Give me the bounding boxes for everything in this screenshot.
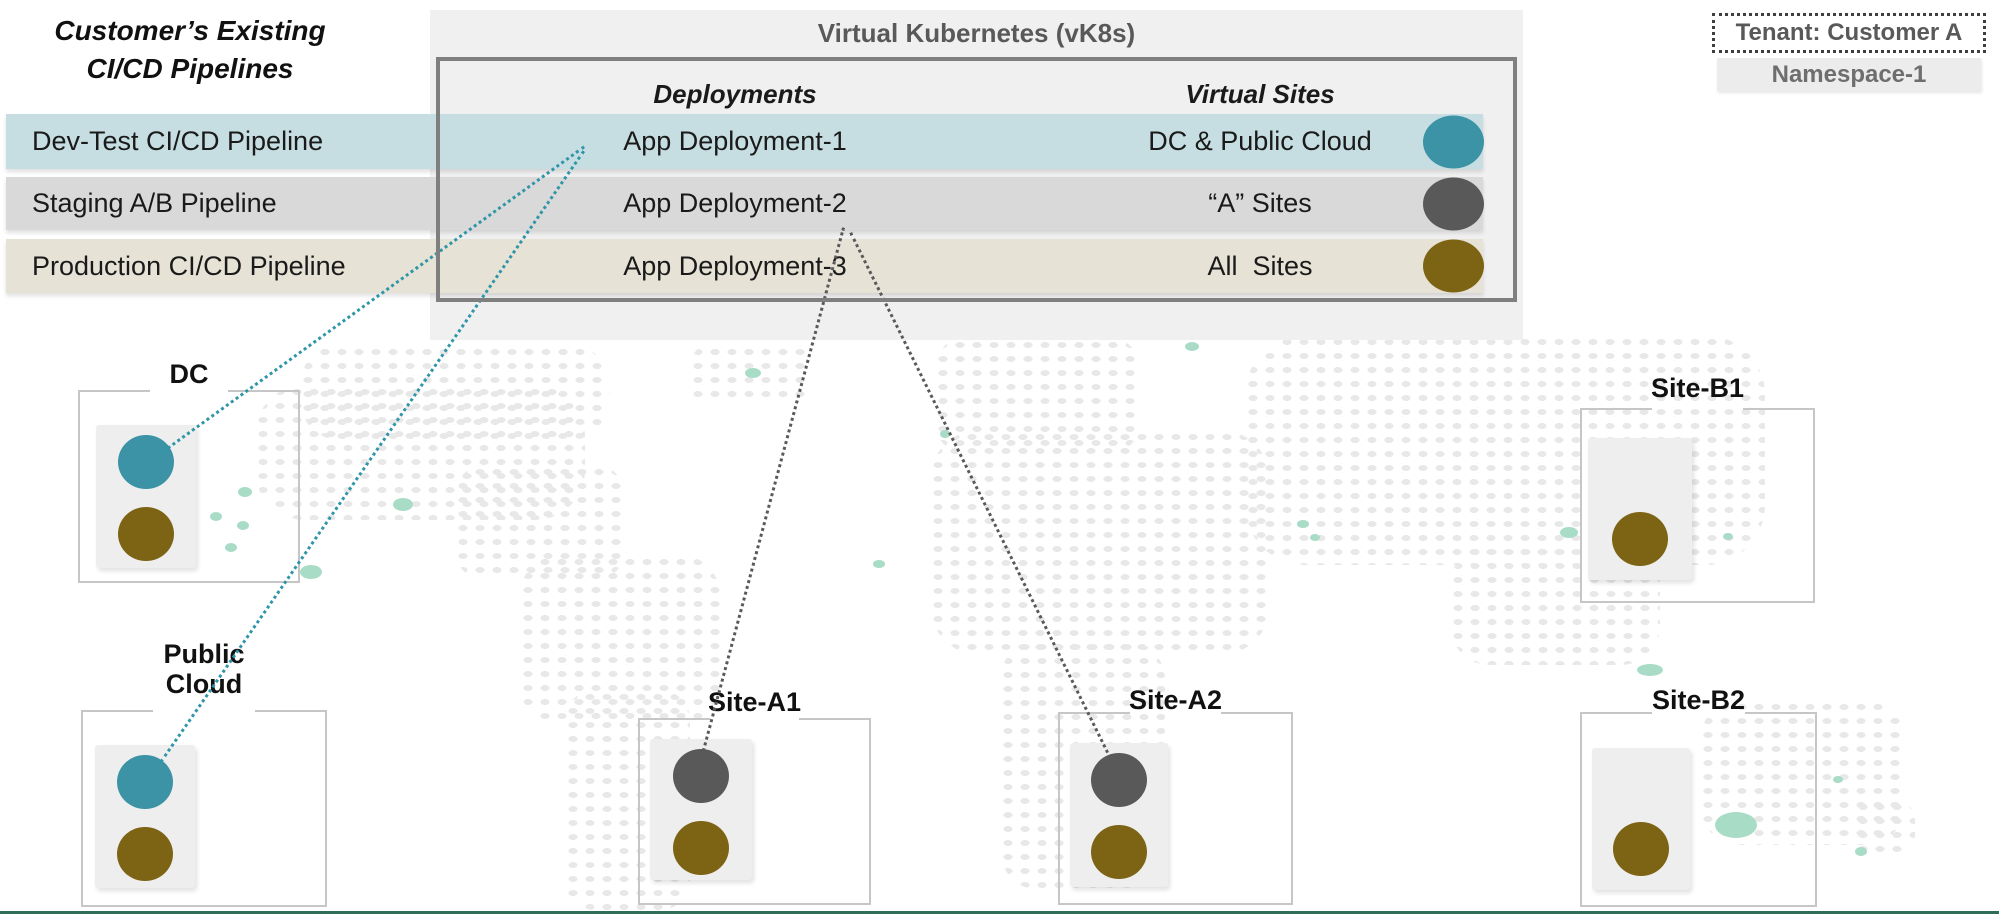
map-dots-africa [930, 430, 1270, 655]
tenant-label: Tenant: Customer A [1712, 13, 1986, 53]
pipelines-heading-line2: CI/CD Pipelines [22, 50, 358, 88]
pipeline-label: Staging A/B Pipeline [32, 177, 452, 230]
virtual-sites-label: “A” Sites [1080, 177, 1440, 230]
map-accent-dot [940, 430, 950, 438]
site-node-card [1592, 748, 1690, 890]
pipelines-heading-line1: Customer’s Existing [22, 12, 358, 50]
site-node-card [1588, 438, 1692, 580]
site-a2: Site-A2 [1058, 712, 1293, 905]
map-accent-dot [393, 498, 413, 511]
deployment-3-marker [1423, 240, 1484, 293]
deployment-marker-olive [673, 821, 729, 875]
site-b1: Site-B1 [1580, 408, 1815, 603]
namespace-label: Namespace-1 [1717, 58, 1981, 91]
pipeline-label: Dev-Test CI/CD Pipeline [32, 114, 452, 169]
deployment-marker-olive [118, 507, 174, 561]
site-node-card [650, 739, 752, 880]
deployment-marker-gray [673, 749, 729, 803]
map-accent-dot [1310, 534, 1320, 541]
deployment-marker-gray [1091, 753, 1147, 807]
pipeline-label: Production CI/CD Pipeline [32, 239, 452, 293]
site-b2: Site-B2 [1580, 712, 1817, 907]
site-public-cloud: Public Cloud [81, 710, 327, 907]
deployment-2-marker [1423, 177, 1484, 230]
site-a1: Site-A1 [638, 718, 871, 905]
map-accent-dot [873, 560, 885, 568]
column-header-deployments: Deployments [560, 79, 910, 110]
row-staging: Staging A/B Pipeline App Deployment-2 “A… [6, 177, 1483, 230]
deployment-label: App Deployment-2 [560, 177, 910, 230]
deployment-marker-olive [1091, 825, 1147, 879]
slide: Customer’s Existing CI/CD Pipelines Virt… [0, 0, 1999, 914]
map-accent-dot [1637, 664, 1663, 676]
site-name: Site-A1 [708, 688, 801, 718]
pipelines-heading: Customer’s Existing CI/CD Pipelines [22, 12, 358, 88]
site-node-card [1070, 743, 1168, 887]
column-header-virtual-sites: Virtual Sites [1080, 79, 1440, 110]
deployment-marker-olive [117, 827, 173, 881]
map-accent-dot [1833, 776, 1843, 783]
site-name: Public Cloud [134, 640, 274, 699]
map-accent-dot [745, 368, 761, 378]
virtual-sites-label: DC & Public Cloud [1080, 114, 1440, 169]
deployment-marker-olive [1613, 822, 1669, 876]
deployment-marker-teal [117, 755, 173, 809]
site-name: DC [170, 360, 209, 390]
map-accent-dot [1297, 520, 1309, 528]
deployment-label: App Deployment-3 [560, 239, 910, 293]
map-accent-dot [1560, 527, 1578, 538]
site-name: Site-A2 [1129, 686, 1222, 716]
site-name: Site-B2 [1652, 686, 1745, 716]
map-accent-dot [1185, 342, 1199, 351]
deployment-label: App Deployment-1 [560, 114, 910, 169]
map-accent-dot [1855, 847, 1867, 856]
site-node-card [95, 745, 195, 888]
vk8s-title: Virtual Kubernetes (vK8s) [430, 18, 1523, 49]
site-name: Site-B1 [1651, 374, 1744, 404]
map-accent-dot [300, 565, 322, 579]
deployment-marker-olive [1612, 512, 1668, 566]
virtual-sites-label: All Sites [1080, 239, 1440, 293]
row-dev-test: Dev-Test CI/CD Pipeline App Deployment-1… [6, 114, 1483, 169]
site-dc: DC [78, 390, 300, 583]
site-node-card [96, 425, 196, 568]
row-production: Production CI/CD Pipeline App Deployment… [6, 239, 1483, 293]
deployment-marker-teal [118, 435, 174, 489]
deployment-1-marker [1423, 115, 1484, 168]
